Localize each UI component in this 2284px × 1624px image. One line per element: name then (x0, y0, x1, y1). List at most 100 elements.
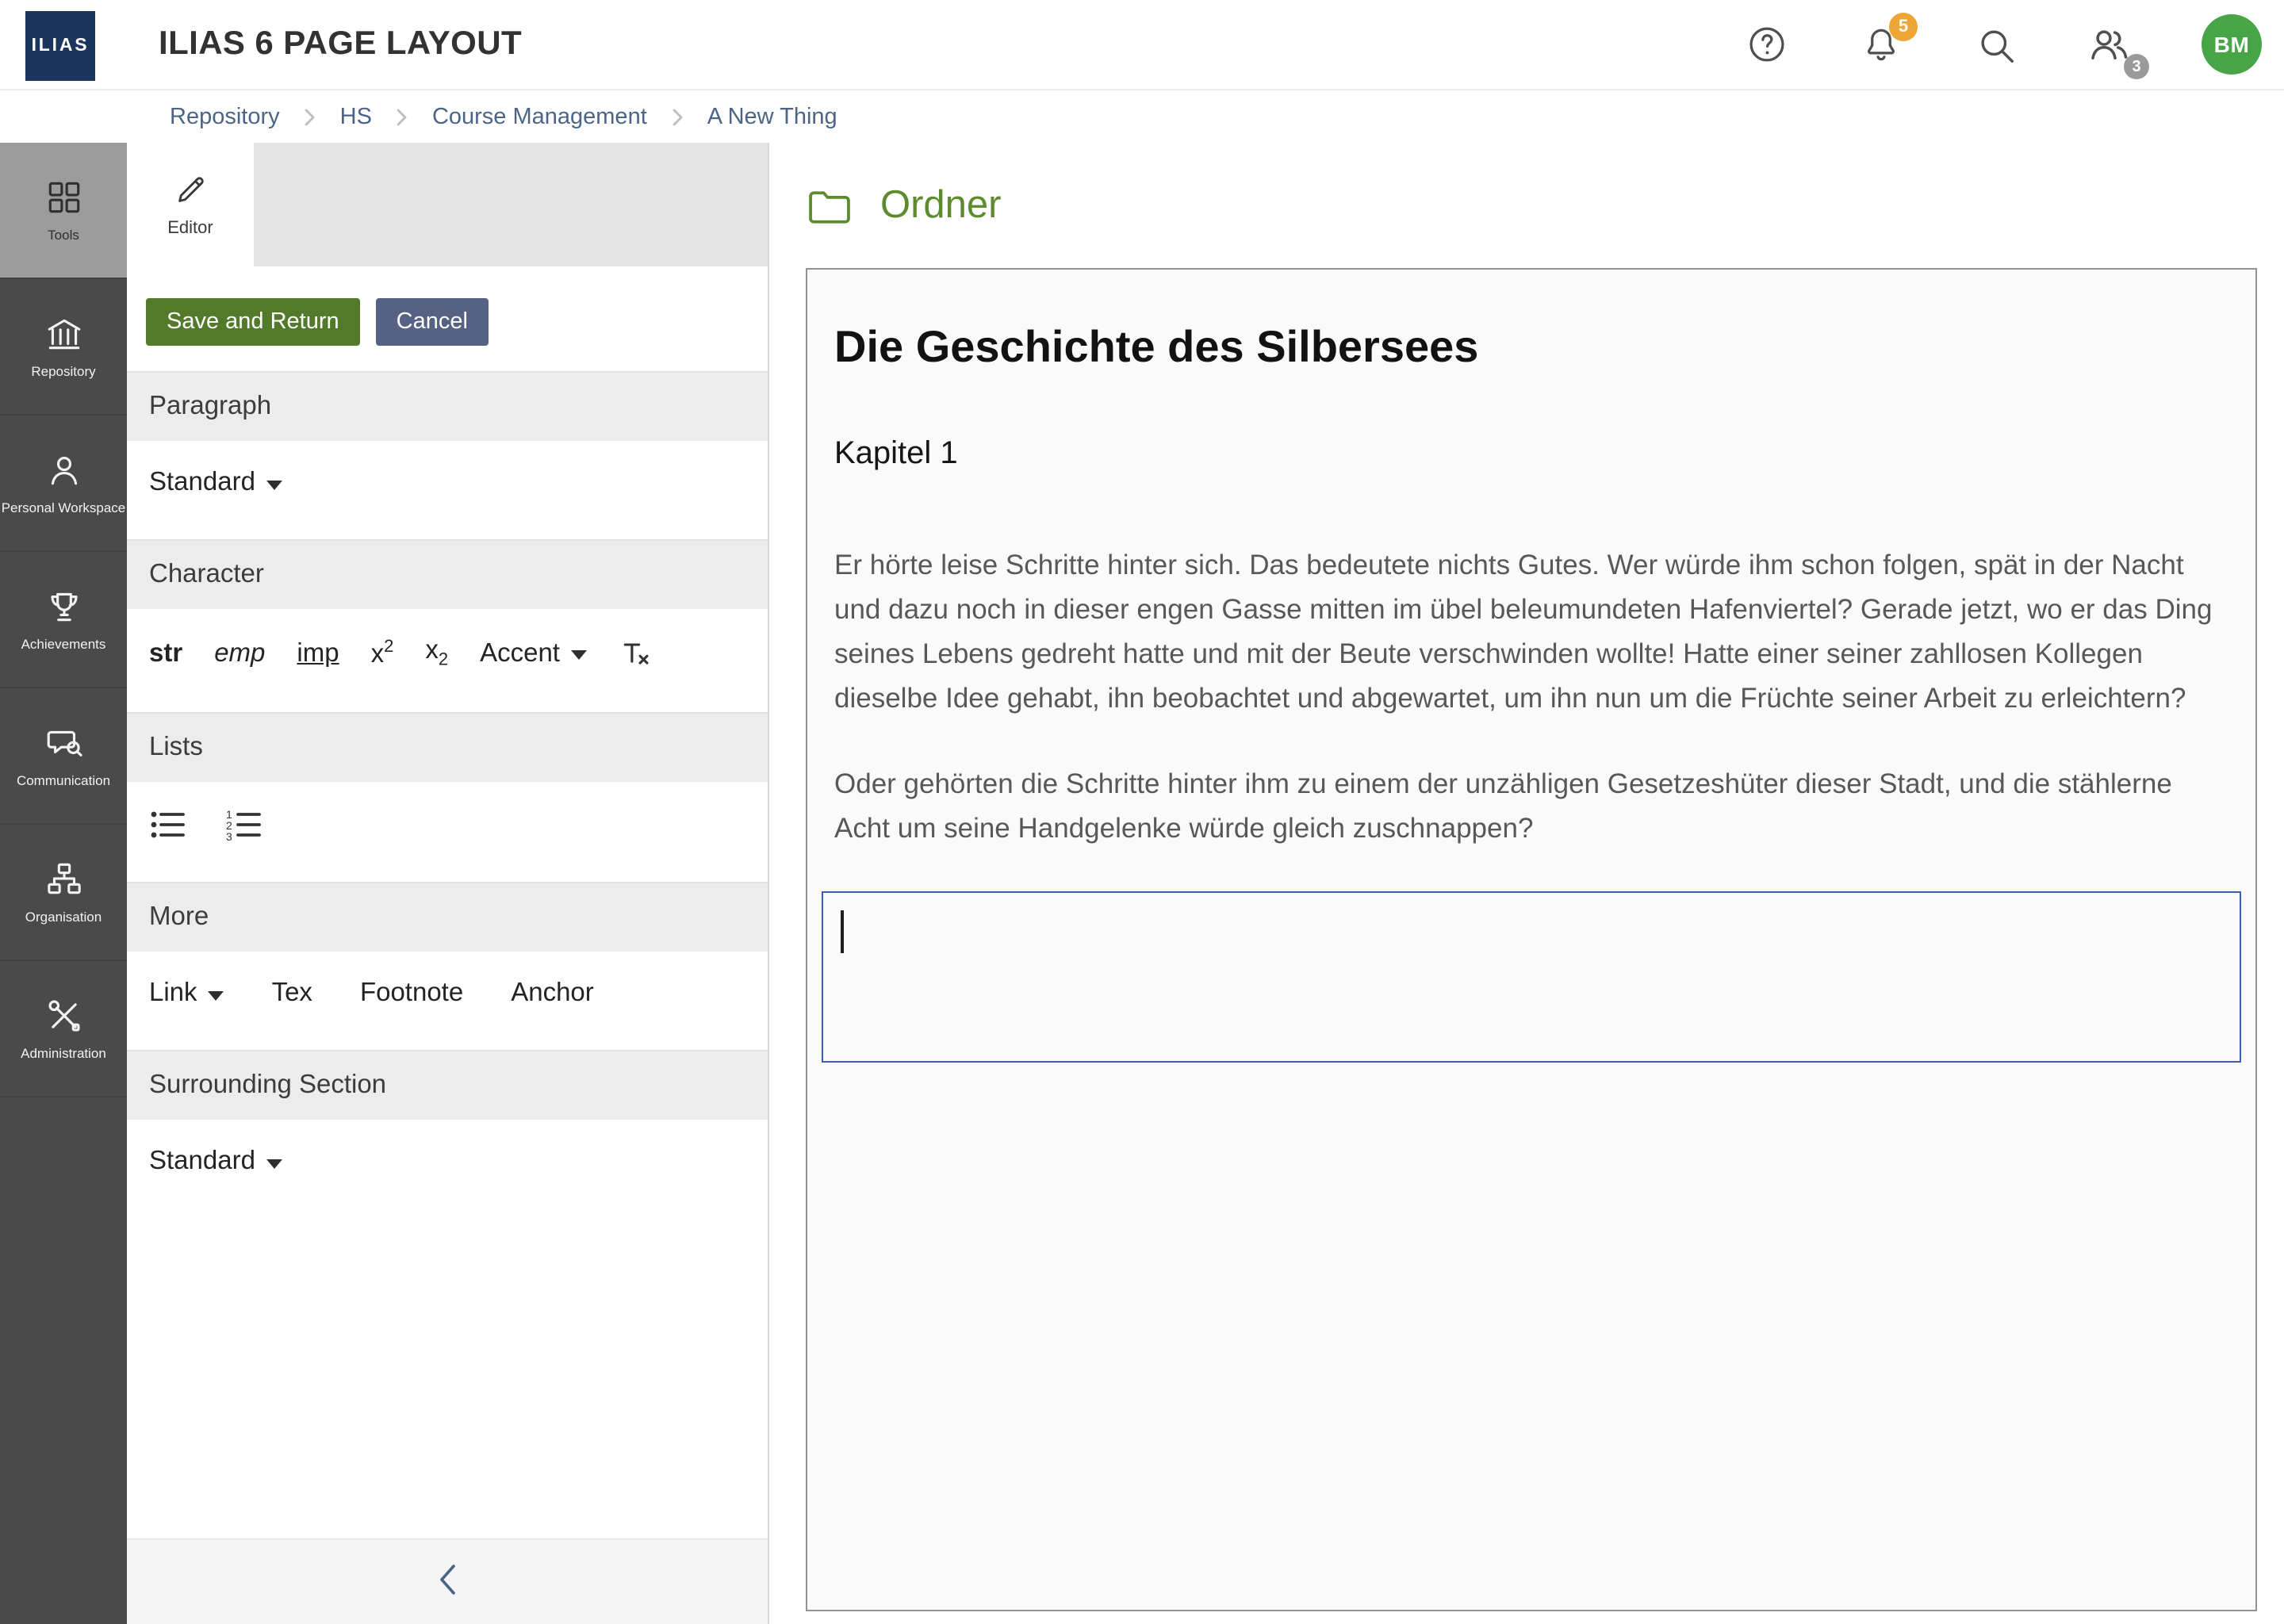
contacts-button[interactable]: 3 (2087, 22, 2132, 67)
main-content: Ordner Die Geschichte des Silbersees Kap… (769, 143, 2284, 1624)
sidebar-item-label: Personal Workspace (2, 502, 126, 515)
sidebar-item-label: Tools (48, 229, 79, 243)
sidebar-item-label: Organisation (25, 911, 102, 925)
section-header-paragraph: Paragraph (127, 371, 768, 441)
tex-button[interactable]: Tex (272, 979, 312, 1009)
person-icon (44, 451, 83, 491)
paragraph-style-dropdown[interactable]: Standard (149, 468, 282, 498)
bullet-list-button[interactable] (149, 809, 187, 841)
surrounding-style-dropdown[interactable]: Standard (149, 1147, 282, 1177)
main-bar: Tools Repository Personal Workspace (0, 143, 127, 1624)
footnote-button[interactable]: Footnote (360, 979, 463, 1009)
superscript-base: x (371, 640, 385, 668)
search-button[interactable] (1973, 22, 2018, 67)
section-header-character: Character (127, 539, 768, 609)
bullet-list-icon (149, 809, 187, 841)
strong-button[interactable]: str (149, 638, 182, 668)
paragraph-block[interactable]: Er hörte leise Schritte hinter sich. Das… (834, 542, 2228, 720)
svg-text:3: 3 (226, 830, 232, 841)
link-dropdown[interactable]: Link (149, 979, 224, 1009)
numbered-list-icon: 1 2 3 (225, 809, 263, 841)
chevron-down-icon (266, 1159, 282, 1168)
breadcrumb-link-a-new-thing[interactable]: A New Thing (707, 104, 837, 129)
anchor-button[interactable]: Anchor (511, 979, 594, 1009)
sidebar-item-label: Repository (31, 366, 95, 379)
emphasis-button[interactable]: emp (214, 638, 265, 668)
subscript-base: x (425, 637, 439, 665)
paragraph-block[interactable]: Oder gehörten die Schritte hinter ihm zu… (834, 761, 2228, 850)
crossed-tools-icon (44, 997, 83, 1036)
app-root: ILIAS ILIAS 6 PAGE LAYOUT 5 (0, 0, 2284, 1624)
sidebar-item-administration[interactable]: Administration (0, 961, 127, 1097)
app-title: ILIAS 6 PAGE LAYOUT (159, 25, 522, 63)
panel-footer (127, 1538, 768, 1624)
collapse-panel-button[interactable] (436, 1562, 458, 1602)
sidebar-item-communication[interactable]: Communication (0, 688, 127, 825)
chevron-down-icon (571, 650, 587, 660)
important-button[interactable]: imp (297, 638, 339, 668)
trophy-icon (44, 588, 83, 627)
accent-dropdown[interactable]: Accent (480, 638, 587, 668)
panel-content: Save and Return Cancel Paragraph Standar… (127, 266, 768, 1538)
cancel-button[interactable]: Cancel (376, 298, 489, 346)
superscript-digit: 2 (384, 638, 393, 657)
chevron-right-icon (396, 107, 408, 126)
top-bar: ILIAS ILIAS 6 PAGE LAYOUT 5 (0, 0, 2284, 90)
chevron-down-icon (266, 480, 282, 489)
sidebar-item-tools[interactable]: Tools (0, 143, 127, 279)
sidebar-item-achievements[interactable]: Achievements (0, 552, 127, 688)
chevron-down-icon (209, 990, 224, 1000)
clear-format-icon (619, 636, 653, 671)
chevron-left-icon (436, 1562, 458, 1597)
chevron-right-icon (304, 107, 316, 126)
panel-tab-strip: Editor (127, 143, 768, 266)
superscript-button[interactable]: x2 (371, 638, 394, 670)
clear-format-button[interactable] (619, 636, 653, 671)
save-and-return-button[interactable]: Save and Return (146, 298, 360, 346)
sidebar-item-organisation[interactable]: Organisation (0, 825, 127, 961)
surrounding-style-value: Standard (149, 1147, 255, 1177)
communication-icon (44, 724, 83, 764)
breadcrumb: Repository HS Course Management A New Th… (0, 90, 2284, 143)
help-icon (1746, 24, 1788, 65)
chevron-right-icon (671, 107, 684, 126)
subscript-button[interactable]: x2 (425, 637, 448, 671)
sidebar-item-repository[interactable]: Repository (0, 279, 127, 416)
tab-editor-label: Editor (167, 219, 213, 238)
folder-icon (806, 186, 853, 226)
numbered-list-button[interactable]: 1 2 3 (225, 809, 263, 841)
search-icon (1974, 23, 2017, 66)
repository-icon (44, 315, 83, 354)
page-editor-canvas: Die Geschichte des Silbersees Kapitel 1 … (806, 268, 2257, 1611)
pencil-icon (172, 171, 209, 208)
avatar[interactable]: BM (2202, 14, 2262, 75)
breadcrumb-link-course-management[interactable]: Course Management (432, 104, 647, 129)
paragraph-style-value: Standard (149, 468, 255, 498)
ilias-logo[interactable]: ILIAS (25, 11, 95, 81)
section-header-surrounding-section: Surrounding Section (127, 1050, 768, 1120)
accent-label: Accent (480, 638, 560, 668)
tools-icon (44, 178, 83, 218)
sidebar-item-label: Administration (21, 1048, 106, 1061)
notification-badge: 5 (1889, 13, 1918, 41)
tab-editor[interactable]: Editor (127, 143, 254, 266)
chapter-heading[interactable]: Kapitel 1 (834, 436, 2228, 473)
help-button[interactable] (1745, 22, 1789, 67)
breadcrumb-link-hs[interactable]: HS (340, 104, 372, 129)
section-header-more: More (127, 882, 768, 952)
active-edit-area[interactable] (822, 891, 2241, 1063)
org-chart-icon (44, 860, 83, 900)
breadcrumb-link-repository[interactable]: Repository (170, 104, 280, 129)
subscript-digit: 2 (439, 651, 448, 670)
page-header: Ordner (806, 184, 2257, 228)
text-caret (841, 910, 844, 953)
header-icons: 5 3 BM (1745, 14, 2262, 75)
sidebar-item-personal-workspace[interactable]: Personal Workspace (0, 416, 127, 552)
document-heading[interactable]: Die Geschichte des Silbersees (834, 322, 2228, 373)
sidebar-item-label: Communication (17, 775, 110, 788)
notifications-button[interactable]: 5 (1859, 22, 1903, 67)
editor-panel: Editor Save and Return Cancel Paragraph … (127, 143, 769, 1624)
contacts-badge: 3 (2124, 54, 2149, 79)
section-header-lists: Lists (127, 712, 768, 782)
link-label: Link (149, 979, 197, 1009)
